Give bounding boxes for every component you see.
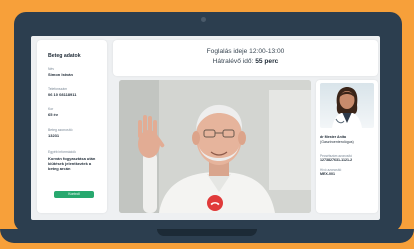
patient-phone-label: Telefonszám xyxy=(48,87,68,91)
doctor-specialty: (Gasztroenterológus) xyxy=(320,139,354,144)
patient-note-label: Egyéb információk xyxy=(48,150,76,154)
appointment-time: Foglalás ideje 12:00-13:00 xyxy=(113,48,378,55)
doctor-photo xyxy=(320,83,374,128)
laptop-base-notch xyxy=(157,229,257,236)
patient-id-label: Beteg azonosító xyxy=(48,128,73,132)
patient-age-label: Kor xyxy=(48,107,54,111)
hangup-button[interactable] xyxy=(207,195,223,211)
patient-panel-title: Beteg adatok xyxy=(48,53,81,59)
doctor-stamp-value: 1273827631-1121-2 xyxy=(320,158,353,162)
appointment-time-value: 12:00-13:00 xyxy=(249,48,285,55)
doctor-name-block: dr Mester Anita (Gasztroenterológus) xyxy=(320,135,376,144)
patient-name-value: Simon István xyxy=(48,72,73,77)
phone-hangup-icon xyxy=(210,202,220,206)
control-button[interactable]: Kontroll xyxy=(54,191,94,198)
app-screen: Beteg adatok Név Simon István Telefonszá… xyxy=(31,36,380,220)
patient-age-value: 65 év xyxy=(48,112,59,117)
patient-phone-value: 06 10 08118911 xyxy=(48,92,77,97)
call-header: Foglalás ideje 12:00-13:00 Hátralévő idő… xyxy=(113,40,378,76)
patient-name-label: Név xyxy=(48,67,55,71)
patient-panel: Beteg adatok Név Simon István Telefonszá… xyxy=(37,40,107,213)
patient-note-text: Korván fogyasztása után kiütések jelentk… xyxy=(48,156,96,172)
doctor-caller-id-value: MEX-001 xyxy=(320,172,335,176)
remaining-time: Hátralévő idő: 55 perc xyxy=(113,58,378,65)
patient-id-value: 13231 xyxy=(48,133,60,138)
doctor-panel: dr Mester Anita (Gasztroenterológus) Pec… xyxy=(316,80,378,213)
remaining-label: Hátralévő idő: xyxy=(212,58,254,65)
remaining-value: 55 perc xyxy=(255,58,279,65)
patient-video-image xyxy=(119,80,311,213)
patient-video-feed xyxy=(119,80,311,213)
webcam-icon xyxy=(201,17,206,22)
appointment-label: Foglalás ideje xyxy=(206,48,248,55)
